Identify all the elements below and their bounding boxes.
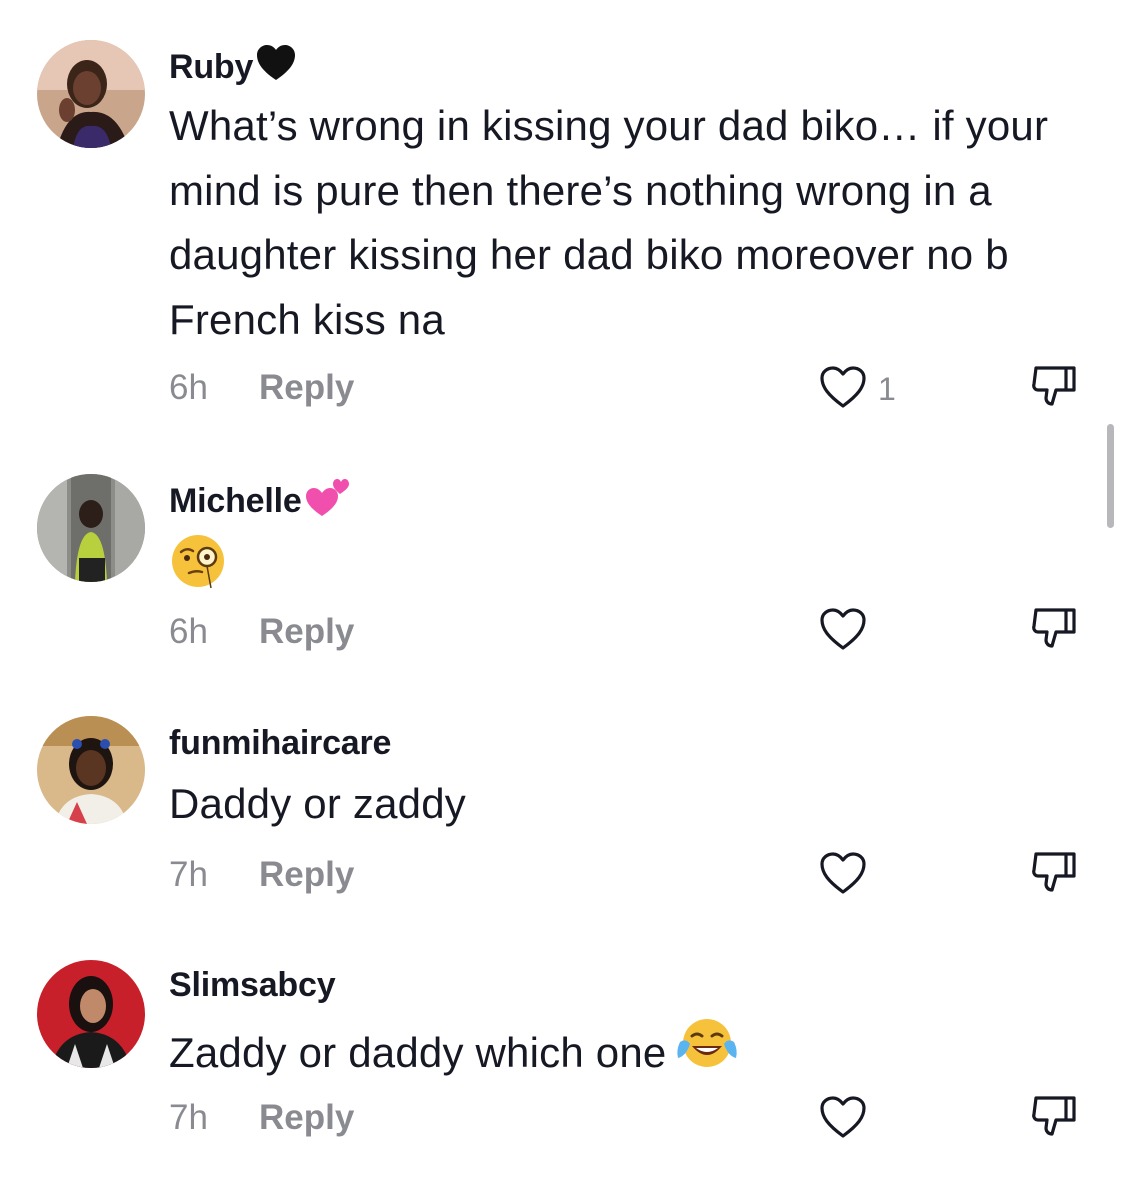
avatar[interactable]: [37, 474, 145, 582]
comment-text: Daddy or zaddy: [169, 780, 466, 827]
dislike-button[interactable]: [1028, 362, 1080, 415]
dislike-button[interactable]: [1028, 848, 1080, 901]
comment-text: [169, 532, 1049, 609]
face-with-monocle-icon: [169, 532, 227, 609]
heart-outline-icon: [818, 850, 868, 901]
thumbs-down-icon: [1028, 852, 1080, 900]
thumbs-down-icon: [1028, 1096, 1080, 1144]
like-button[interactable]: [818, 606, 868, 657]
comment-username[interactable]: funmihaircare: [169, 724, 391, 763]
heart-outline-icon: [818, 1094, 868, 1145]
like-button[interactable]: [818, 1094, 868, 1145]
comment-meta: 6h Reply: [169, 368, 354, 408]
avatar[interactable]: [37, 716, 145, 824]
heart-outline-icon: [818, 364, 868, 415]
avatar[interactable]: [37, 40, 145, 148]
black-heart-icon: [255, 44, 297, 91]
revolving-hearts-icon: [304, 476, 350, 527]
scrollbar-thumb[interactable]: [1107, 424, 1114, 528]
like-count: 1: [878, 371, 896, 407]
like-button[interactable]: 1: [818, 364, 896, 415]
thumbs-down-icon: [1028, 366, 1080, 414]
face-with-tears-of-joy-icon: [676, 1016, 738, 1091]
reply-button[interactable]: Reply: [259, 855, 354, 895]
comment-username[interactable]: Michelle: [169, 476, 350, 527]
comment-username[interactable]: Slimsabcy: [169, 966, 336, 1005]
comment-time: 6h: [169, 368, 208, 407]
like-button[interactable]: [818, 850, 868, 901]
avatar[interactable]: [37, 960, 145, 1068]
comment-meta: 6h Reply: [169, 612, 354, 652]
comment-text: What’s wrong in kissing your dad biko… i…: [169, 102, 1049, 343]
comment-time: 7h: [169, 1098, 208, 1137]
comment-time: 6h: [169, 612, 208, 651]
comment-time: 7h: [169, 855, 208, 894]
reply-button[interactable]: Reply: [259, 368, 354, 408]
comment-meta: 7h Reply: [169, 855, 354, 895]
dislike-button[interactable]: [1028, 604, 1080, 657]
comment-meta: 7h Reply: [169, 1098, 354, 1138]
comment-username[interactable]: Ruby: [169, 44, 297, 91]
heart-outline-icon: [818, 606, 868, 657]
reply-button[interactable]: Reply: [259, 612, 354, 652]
reply-button[interactable]: Reply: [259, 1098, 354, 1138]
thumbs-down-icon: [1028, 608, 1080, 656]
dislike-button[interactable]: [1028, 1092, 1080, 1145]
comment-text: Zaddy or daddy which one: [169, 1018, 1049, 1085]
